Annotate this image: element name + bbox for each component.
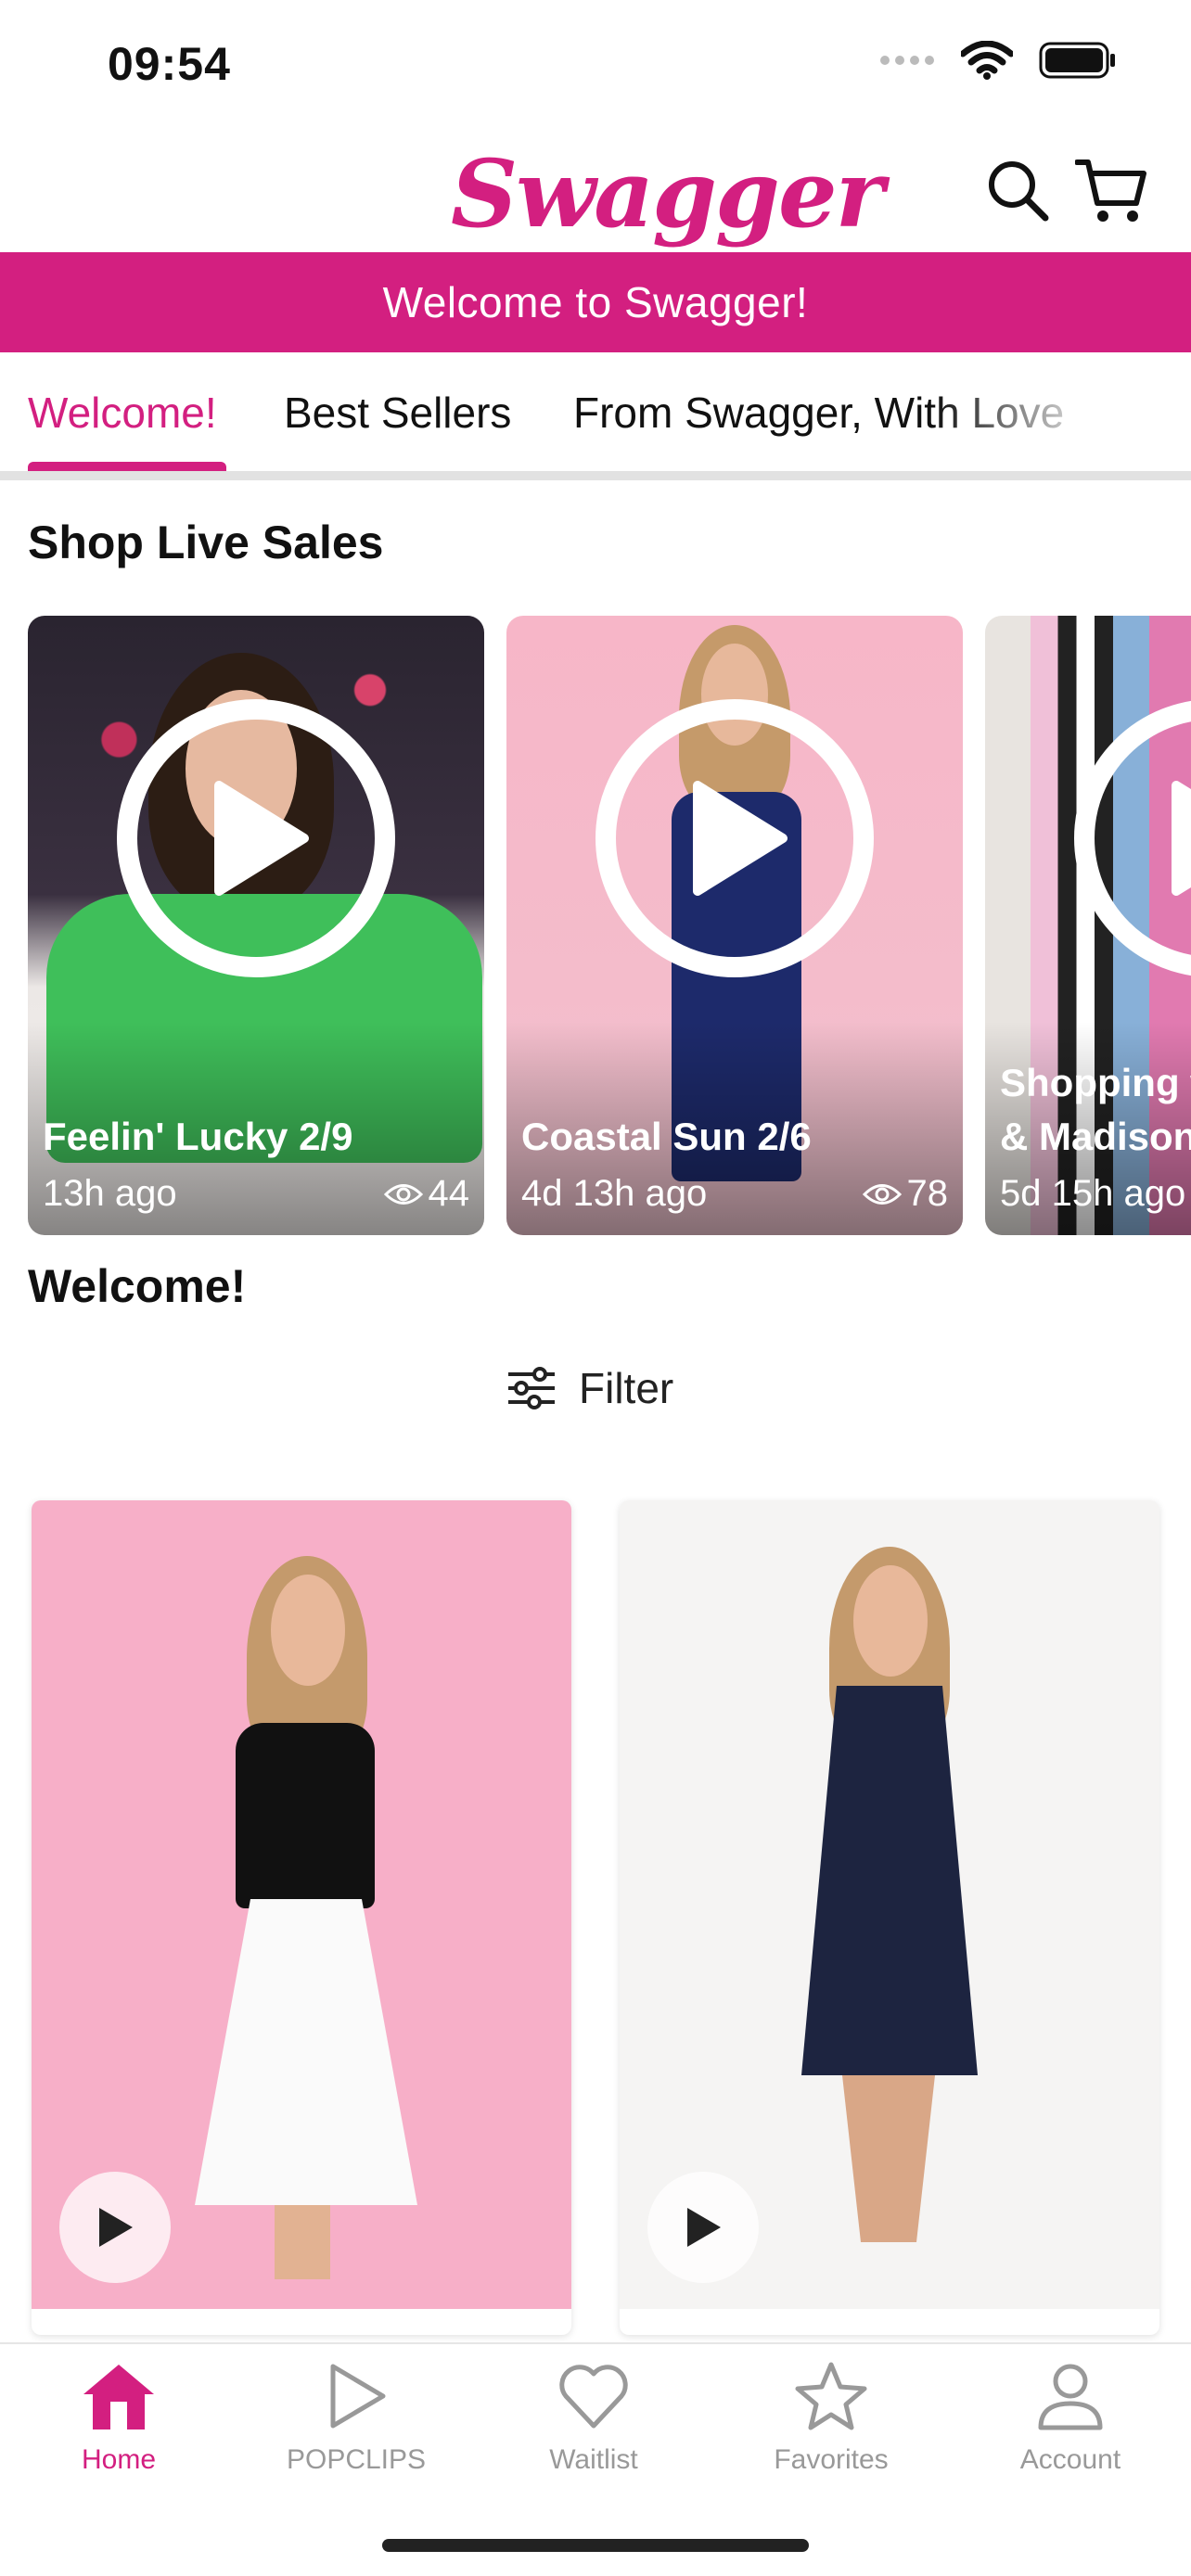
battery-icon xyxy=(1039,42,1115,79)
live-card-time: 4d 13h ago xyxy=(521,1173,708,1214)
product-card[interactable] xyxy=(620,1500,1159,2335)
welcome-section-title: Welcome! xyxy=(28,1260,247,1312)
cart-button[interactable] xyxy=(1074,154,1148,228)
heart-icon xyxy=(559,2365,628,2429)
white-skirt xyxy=(195,1899,417,2205)
live-card-title: Feelin' Lucky 2/9 xyxy=(43,1115,353,1158)
search-icon xyxy=(989,161,1049,222)
views-count: 78 xyxy=(906,1173,949,1214)
nav-favorites[interactable]: Favorites xyxy=(729,2361,933,2500)
status-time: 09:54 xyxy=(108,38,231,90)
live-card-time: 13h ago xyxy=(43,1173,177,1214)
active-tab-indicator xyxy=(28,462,226,471)
signal-icon xyxy=(880,56,934,65)
home-indicator[interactable] xyxy=(382,2539,809,2552)
nav-label: Waitlist xyxy=(549,2444,638,2475)
status-icons xyxy=(879,41,1117,80)
live-sales-carousel[interactable]: Feelin' Lucky 2/9 13h ago 44 Coastal Sun… xyxy=(28,616,1191,1235)
play-icon xyxy=(99,2208,133,2247)
live-card-title: Shopping w xyxy=(1000,1061,1191,1104)
tab-best-sellers[interactable]: Best Sellers xyxy=(284,388,511,438)
eye-icon xyxy=(862,1183,902,1205)
live-card-title-line2: & Madison xyxy=(1000,1115,1191,1158)
black-top xyxy=(236,1723,375,1908)
product-card[interactable] xyxy=(32,1500,571,2335)
nav-home[interactable]: Home xyxy=(17,2361,221,2500)
product-play-button[interactable] xyxy=(647,2172,759,2283)
wifi-icon xyxy=(961,41,1013,80)
home-icon xyxy=(83,2365,154,2429)
play-icon xyxy=(687,2208,721,2247)
views-count: 44 xyxy=(428,1173,470,1214)
play-icon xyxy=(214,781,309,896)
tabs-fade xyxy=(764,352,1191,471)
nav-waitlist[interactable]: Waitlist xyxy=(492,2361,696,2500)
welcome-banner: Welcome to Swagger! xyxy=(0,252,1191,352)
live-card-views: 44 xyxy=(383,1173,470,1215)
cart-icon xyxy=(1075,159,1146,222)
app-header: Swagger xyxy=(0,130,1191,252)
play-button[interactable] xyxy=(117,699,395,977)
live-card-title: Coastal Sun 2/6 xyxy=(521,1115,812,1158)
live-card-views: 78 xyxy=(862,1173,949,1215)
play-outline-icon xyxy=(330,2364,386,2429)
live-card[interactable]: Feelin' Lucky 2/9 13h ago 44 xyxy=(28,616,484,1235)
swagger-logo[interactable]: Swagger xyxy=(451,139,884,249)
product-play-button[interactable] xyxy=(59,2172,171,2283)
eye-icon xyxy=(383,1183,423,1205)
user-icon xyxy=(1038,2364,1103,2430)
play-button[interactable] xyxy=(596,699,874,977)
filter-label: Filter xyxy=(579,1364,674,1412)
nav-label: Home xyxy=(81,2444,157,2475)
model-legs xyxy=(275,2205,330,2279)
play-icon xyxy=(1172,781,1191,896)
model-legs xyxy=(842,2075,935,2242)
filter-button[interactable]: Filter xyxy=(506,1363,673,1413)
live-card[interactable]: Shopping w & Madison 5d 15h ago xyxy=(985,616,1191,1235)
model-face xyxy=(853,1565,928,1677)
play-icon xyxy=(693,781,788,896)
tab-welcome[interactable]: Welcome! xyxy=(28,388,217,438)
nav-popclips[interactable]: POPCLIPS xyxy=(254,2361,458,2500)
live-section-title: Shop Live Sales xyxy=(28,516,384,568)
sliders-icon xyxy=(508,1367,555,1409)
star-icon xyxy=(795,2362,867,2430)
nav-label: POPCLIPS xyxy=(286,2444,427,2475)
live-card[interactable]: Coastal Sun 2/6 4d 13h ago 78 xyxy=(506,616,963,1235)
banner-text: Welcome to Swagger! xyxy=(382,278,809,326)
nav-label: Favorites xyxy=(774,2444,889,2475)
model-face xyxy=(271,1575,345,1686)
category-tabs: Welcome! Best Sellers From Swagger, With… xyxy=(0,352,1191,480)
nav-label: Account xyxy=(1019,2444,1121,2475)
status-bar: 09:54 xyxy=(0,0,1191,130)
live-card-time: 5d 15h ago xyxy=(1000,1173,1186,1214)
search-button[interactable] xyxy=(981,154,1056,228)
nav-account[interactable]: Account xyxy=(968,2361,1172,2500)
navy-dress xyxy=(801,1686,978,2075)
